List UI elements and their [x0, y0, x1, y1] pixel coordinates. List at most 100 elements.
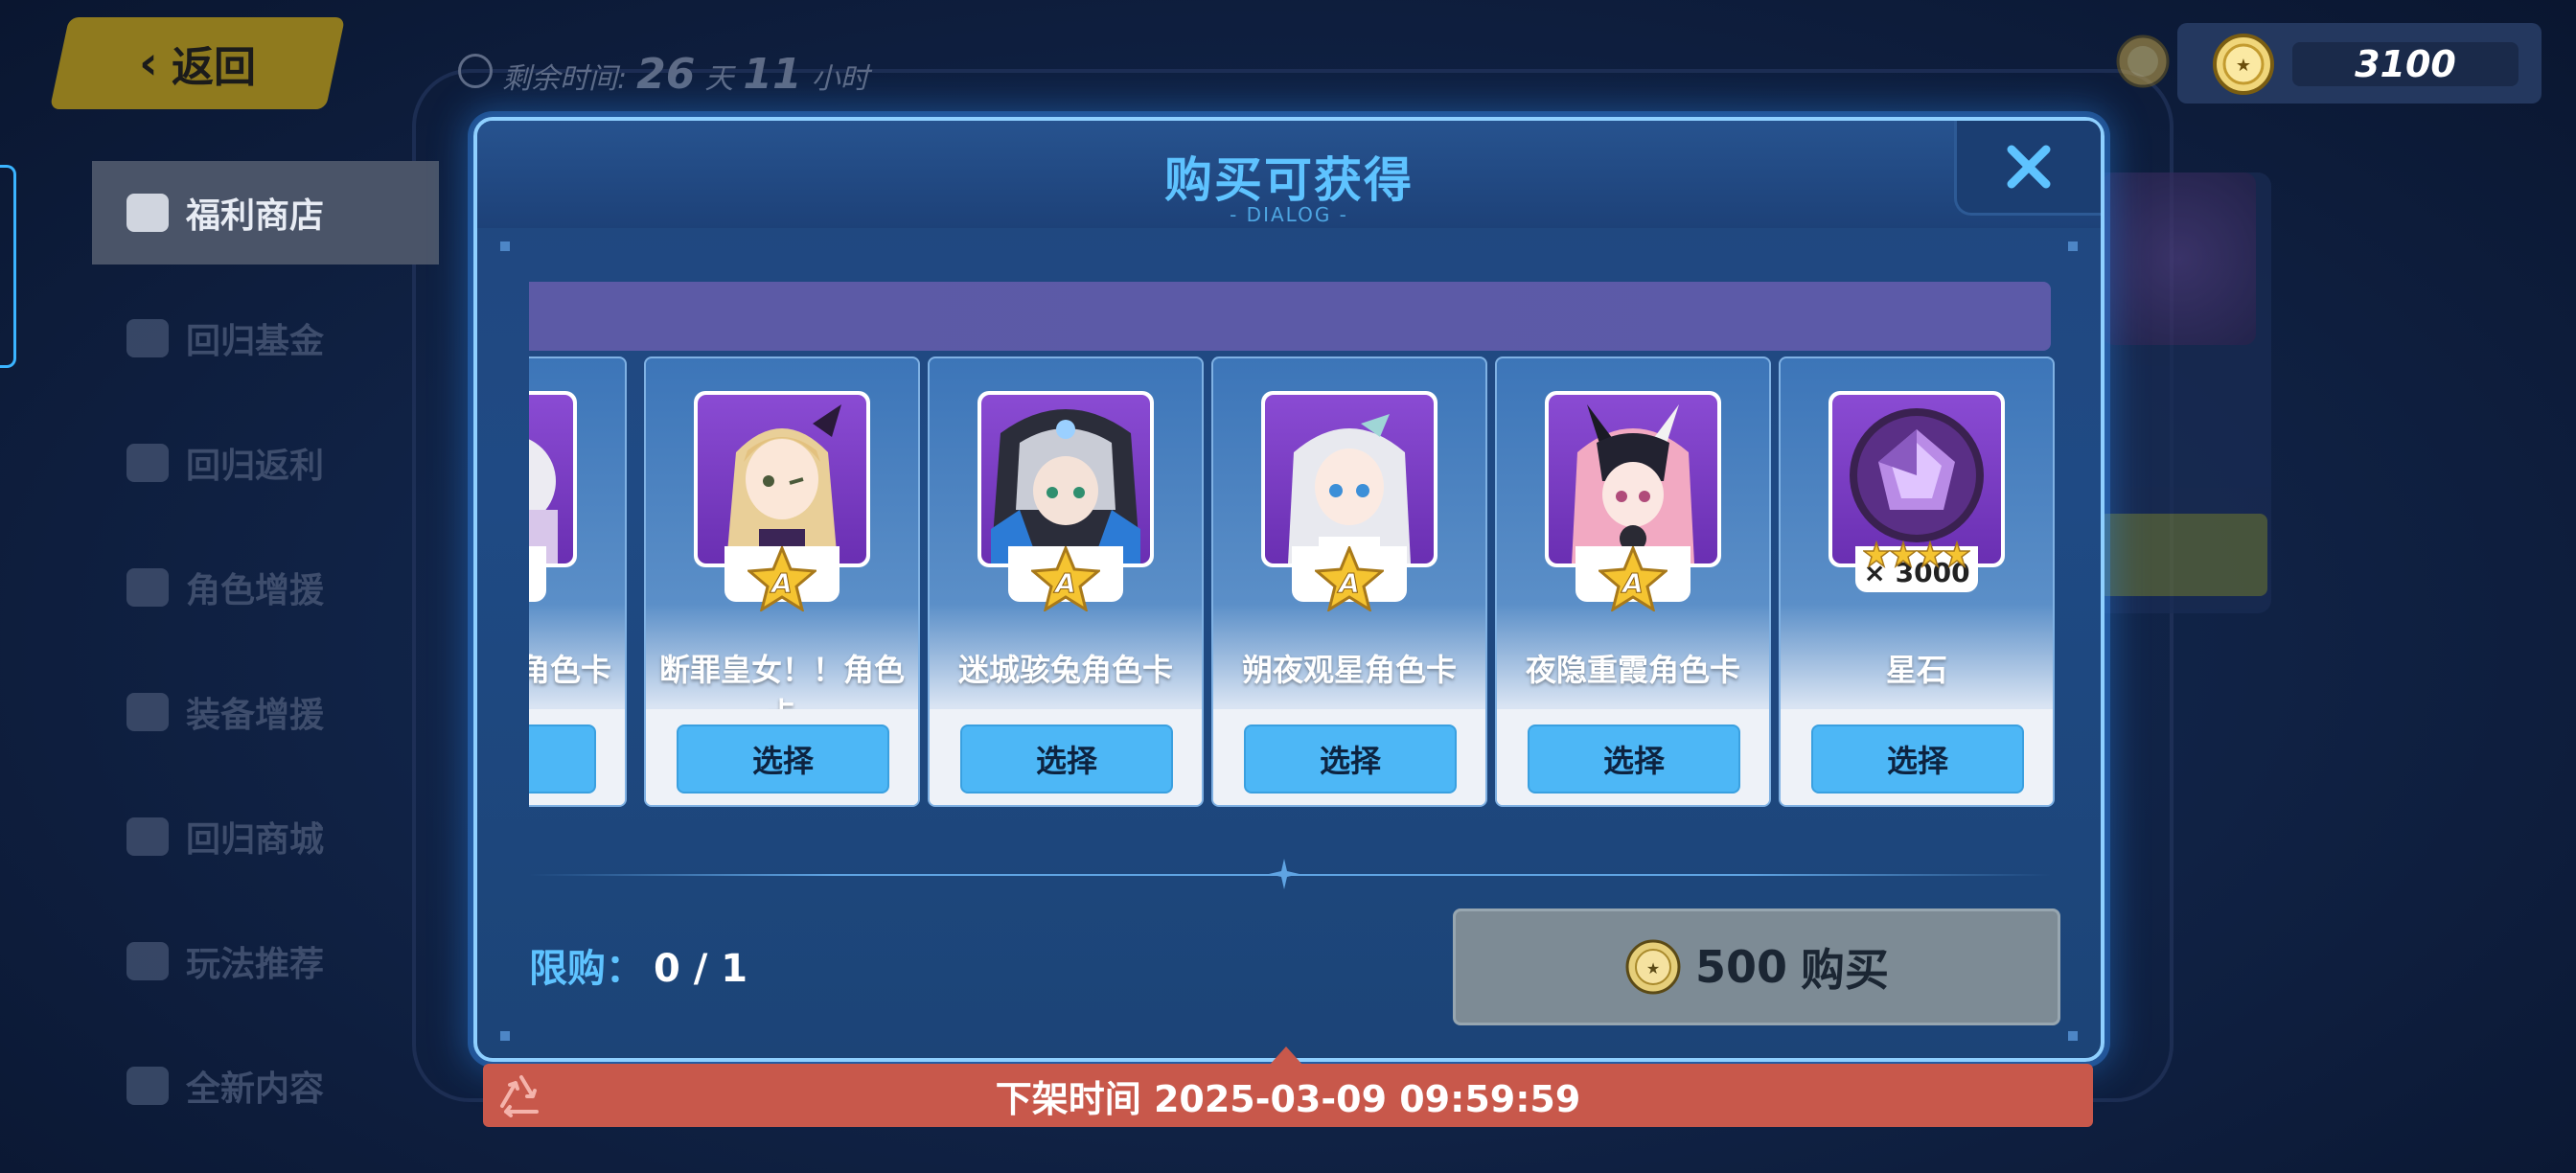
sidebar-item-label: 装备增援	[186, 696, 325, 735]
select-button[interactable]: 选择	[1811, 724, 2024, 794]
side-panel-edge	[0, 165, 16, 368]
purchase-limit: 限购： 0 / 1	[529, 937, 748, 993]
reward-card[interactable]: A 断罪皇女！！角色卡 选择	[644, 356, 920, 807]
close-button[interactable]	[1954, 121, 2101, 216]
clock-icon	[458, 54, 493, 88]
rank-tab	[529, 546, 546, 602]
reward-card-name: 朔夜观星角色卡	[1241, 652, 1457, 688]
currency-amount: 3100	[2292, 42, 2518, 86]
crystal-image	[1832, 395, 2001, 564]
sidebar-item-recommend[interactable]: 玩法推荐	[92, 910, 439, 1012]
reward-card-list[interactable]: 角色卡 选择	[529, 356, 2057, 807]
reward-card-image-frame	[978, 391, 1154, 567]
weapon-icon	[126, 693, 169, 731]
sidebar: 福利商店 回归基金 回归返利 角色增援 装备增援 回归商城 玩法推荐 全新内容	[92, 161, 439, 1160]
remaining-label: 剩余时间:	[502, 62, 628, 96]
coin-icon: ★	[1625, 939, 1681, 995]
sidebar-item-new-content[interactable]: 全新内容	[92, 1035, 439, 1137]
reward-card-image-frame	[694, 391, 870, 567]
reward-card-image-frame	[1545, 391, 1721, 567]
rank-a-star-icon: A	[1031, 546, 1100, 611]
close-icon	[2007, 145, 2051, 189]
reward-card[interactable]: A 夜隐重霞角色卡 选择	[1495, 356, 1771, 807]
new-content-icon	[126, 1067, 169, 1105]
background-item-image	[2103, 172, 2256, 345]
background-buy-button	[2099, 514, 2267, 596]
select-button[interactable]: 选择	[1528, 724, 1740, 794]
purchase-limit-value: 0 / 1	[654, 947, 748, 991]
sidebar-item-label: 回归商城	[186, 820, 325, 860]
sidebar-item-label: 福利商店	[186, 196, 325, 236]
offline-time-banner: 下架时间 2025-03-09 09:59:59	[483, 1064, 2093, 1127]
rank-a-star-icon: A	[1598, 546, 1668, 611]
buy-label: 购买	[1801, 944, 1890, 996]
offline-time-text: 下架时间 2025-03-09 09:59:59	[995, 1077, 1581, 1120]
sidebar-item-character-support[interactable]: 角色增援	[92, 537, 439, 638]
back-button[interactable]: ‹ 返回	[49, 17, 346, 109]
select-button[interactable]: 选择	[677, 724, 889, 794]
shop-icon	[126, 194, 169, 232]
character-portrait	[529, 395, 573, 564]
reward-card-image-frame	[529, 391, 577, 567]
reward-card-name: 星石	[1885, 652, 1947, 688]
reward-card[interactable]: A 朔夜观星角色卡 选择	[1211, 356, 1487, 807]
reward-card[interactable]: A 迷城骇兔角色卡 选择	[928, 356, 1204, 807]
sidebar-item-rebate[interactable]: 回归返利	[92, 412, 439, 514]
background-item-card	[2089, 172, 2271, 613]
recycle-icon	[500, 1075, 539, 1117]
reward-card-image-frame	[1261, 391, 1438, 567]
dialog-subtitle: - DIALOG -	[1230, 203, 1348, 226]
remaining-hours: 11	[743, 50, 802, 99]
corner-dot	[2068, 1031, 2078, 1041]
hours-unit: 小时	[811, 62, 869, 96]
days-unit: 天	[704, 62, 734, 96]
reward-card-name: 角色卡	[529, 652, 611, 688]
chevron-left-icon: ‹	[139, 36, 158, 90]
sidebar-item-label: 回归基金	[186, 322, 325, 361]
fund-icon	[126, 319, 169, 357]
rank-a-star-icon: A	[1315, 546, 1384, 611]
rank-a-star-icon: A	[748, 546, 816, 611]
character-icon	[126, 568, 169, 607]
sidebar-item-mall[interactable]: 回归商城	[92, 786, 439, 887]
dialog-header: 购买可获得 - DIALOG -	[477, 121, 2101, 228]
svg-text:A: A	[1337, 567, 1360, 599]
reward-card-name: 迷城骇兔角色卡	[957, 652, 1173, 688]
currency-display[interactable]: ★ 3100	[2177, 23, 2542, 104]
reward-card[interactable]: 角色卡 选择	[529, 356, 627, 807]
back-label: 返回	[171, 43, 256, 92]
character-portrait	[1549, 395, 1717, 564]
select-button[interactable]: 选择	[960, 724, 1173, 794]
corner-dot	[500, 1031, 510, 1041]
reward-card[interactable]: × 3000 星石 选择	[1779, 356, 2055, 807]
svg-text:A: A	[770, 567, 793, 599]
remaining-time: 剩余时间: 26 天 11 小时	[458, 50, 869, 99]
sidebar-item-label: 回归返利	[186, 447, 325, 486]
corner-dot	[500, 242, 510, 251]
svg-text:★: ★	[2236, 56, 2251, 76]
select-button[interactable]: 选择	[1244, 724, 1457, 794]
sidebar-item-label: 角色增援	[186, 571, 325, 610]
svg-text:★: ★	[1646, 959, 1660, 978]
select-button[interactable]: 选择	[529, 724, 596, 794]
dialog-title: 购买可获得	[1164, 152, 1414, 208]
four-star-rating-icon	[1863, 540, 1970, 568]
corner-dot	[2068, 242, 2078, 251]
purchase-rewards-dialog: 购买可获得 - DIALOG - 角色卡	[473, 117, 2104, 1062]
sparkle-icon	[1269, 859, 1300, 889]
svg-text:A: A	[1621, 567, 1644, 599]
reward-card-name: 夜隐重霞角色卡	[1525, 652, 1740, 688]
purchase-limit-label: 限购：	[529, 947, 644, 991]
sidebar-item-equipment-support[interactable]: 装备增援	[92, 661, 439, 763]
character-portrait	[981, 395, 1150, 564]
sidebar-item-fund[interactable]: 回归基金	[92, 288, 439, 389]
remaining-days: 26	[636, 50, 696, 99]
gift-icon	[126, 444, 169, 482]
coin-icon	[2116, 34, 2170, 88]
reward-category-bar	[529, 282, 2051, 351]
buy-price: 500	[1694, 941, 1788, 993]
sidebar-item-shop[interactable]: 福利商店	[92, 161, 439, 264]
buy-button[interactable]: ★ 500 购买	[1453, 908, 2060, 1025]
banner-pointer	[1269, 1046, 1303, 1066]
cart-icon	[126, 817, 169, 856]
